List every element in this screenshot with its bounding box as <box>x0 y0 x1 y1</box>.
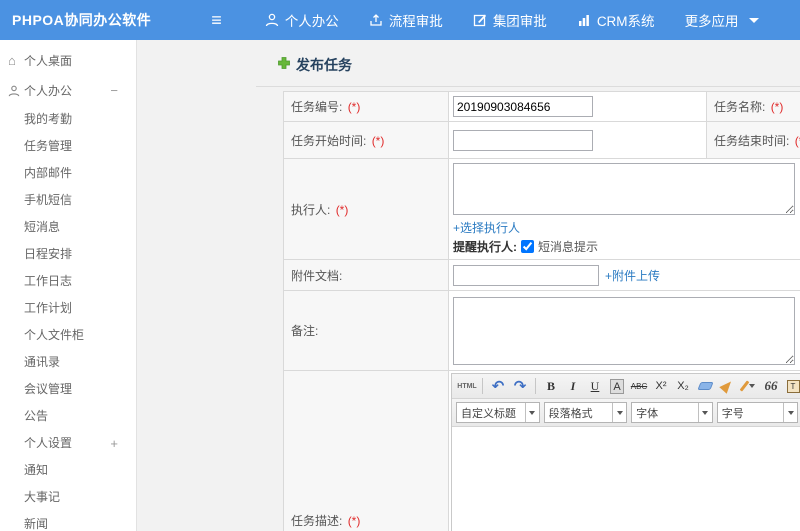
sidebar-item-my-attendance[interactable]: 我的考勤 <box>0 106 136 133</box>
required-mark: (*) <box>347 100 361 114</box>
format-brush-icon[interactable] <box>719 378 735 394</box>
sidebar-item-task-management[interactable]: 任务管理 <box>0 133 136 160</box>
editor-toolbar-row1: HTML ↶ ↷ B I U A ABC X² X₂ 66 T <box>452 374 800 399</box>
strikethrough-button[interactable]: ABC <box>629 376 649 396</box>
sidebar-item-contacts[interactable]: 通讯录 <box>0 349 136 376</box>
sidebar-item-news[interactable]: 新闻 <box>0 511 136 531</box>
chevron-down-icon <box>749 384 755 388</box>
attachment-input[interactable] <box>453 264 599 286</box>
sidebar: ⌂ 个人桌面 个人办公 − 我的考勤 任务管理 内部邮件 手机短信 短消息 日程… <box>0 40 137 531</box>
bar-chart-icon <box>577 13 591 27</box>
quick-format-button[interactable] <box>739 376 759 396</box>
attachment-upload-link[interactable]: +附件上传 <box>605 267 660 284</box>
end-time-label-cell: 任务结束时间: (*) <box>706 121 800 159</box>
sidebar-item-meeting-management[interactable]: 会议管理 <box>0 376 136 403</box>
paragraph-format-dropdown[interactable]: 段落格式 <box>543 402 628 423</box>
sidebar-item-notice[interactable]: 通知 <box>0 457 136 484</box>
chevron-down-icon <box>524 403 539 422</box>
required-mark: (*) <box>335 202 349 217</box>
page-title: 发布任务 <box>296 57 352 73</box>
font-family-dropdown[interactable]: 字体 <box>631 402 713 423</box>
nav-item-personal-office[interactable]: 个人办公 <box>265 10 339 30</box>
blockquote-button[interactable]: 66 <box>761 376 781 396</box>
top-nav: 个人办公 流程审批 集团审批 CRM系统 更多应用 <box>250 10 774 30</box>
sidebar-item-work-log[interactable]: 工作日志 <box>0 268 136 295</box>
start-time-label-cell: 任务开始时间: (*) <box>283 121 449 159</box>
nav-item-group-approval[interactable]: 集团审批 <box>473 10 547 30</box>
sidebar-item-internal-mail[interactable]: 内部邮件 <box>0 160 136 187</box>
sidebar-item-sms[interactable]: 手机短信 <box>0 187 136 214</box>
undo-icon[interactable]: ↶ <box>488 376 508 396</box>
sidebar-item-personal-office[interactable]: 个人办公 − <box>0 76 136 106</box>
task-no-label-cell: 任务编号: (*) <box>283 91 449 122</box>
underline-button[interactable]: U <box>585 376 605 396</box>
start-time-input[interactable] <box>453 129 593 151</box>
bold-button[interactable]: B <box>541 376 561 396</box>
task-name-label-cell: 任务名称: (*) <box>706 91 800 122</box>
redo-icon[interactable]: ↷ <box>510 376 530 396</box>
sidebar-item-major-events[interactable]: 大事记 <box>0 484 136 511</box>
sidebar-item-short-message[interactable]: 短消息 <box>0 214 136 241</box>
sidebar-item-personal-files[interactable]: 个人文件柜 <box>0 322 136 349</box>
add-plus-icon <box>277 56 291 75</box>
font-style-button[interactable]: A <box>610 378 624 394</box>
expand-icon[interactable]: + <box>110 430 118 457</box>
user-icon <box>8 76 20 106</box>
sms-remind-label: 短消息提示 <box>538 240 599 254</box>
editor-toolbar-row2: 自定义标题 段落格式 字体 字号 <box>452 399 800 427</box>
remark-label-cell: 备注: <box>283 290 449 371</box>
home-icon: ⌂ <box>8 53 16 68</box>
hamburger-menu-icon[interactable]: ≡ <box>211 11 222 29</box>
task-no-input[interactable] <box>453 96 593 117</box>
nav-item-workflow-approval[interactable]: 流程审批 <box>369 10 443 30</box>
sidebar-item-schedule[interactable]: 日程安排 <box>0 241 136 268</box>
edit-icon <box>473 13 487 27</box>
sidebar-item-personal-desktop[interactable]: ⌂ 个人桌面 <box>0 46 136 76</box>
task-desc-label-cell: 任务描述: (*) <box>283 370 449 531</box>
chevron-down-icon <box>612 403 626 422</box>
chevron-down-icon <box>697 403 712 422</box>
editor-content-area[interactable] <box>452 427 800 531</box>
executor-label-cell: 执行人: (*) <box>283 158 449 260</box>
attachment-label-cell: 附件文档: <box>283 259 449 291</box>
page-header: 发布任务 <box>256 40 800 87</box>
required-mark: (*) <box>770 100 784 114</box>
remark-textarea[interactable] <box>453 296 795 365</box>
required-mark: (*) <box>347 514 361 528</box>
main-content: 发布任务 任务编号: (*) 任务名称: (*) <box>137 40 800 531</box>
italic-button[interactable]: I <box>563 376 583 396</box>
sidebar-item-announcement[interactable]: 公告 <box>0 403 136 430</box>
publish-task-form: 任务编号: (*) 任务名称: (*) 任务开始时间: (*) <box>283 91 800 531</box>
superscript-button[interactable]: X² <box>651 376 671 396</box>
user-icon <box>265 13 279 27</box>
top-header: PHPOA协同办公软件 ≡ 个人办公 流程审批 集团审批 CRM系统 更多应用 <box>0 0 800 40</box>
upload-icon <box>369 13 383 27</box>
choose-executor-link[interactable]: +选择执行人 <box>453 221 520 235</box>
sidebar-item-personal-settings[interactable]: 个人设置 + <box>0 430 136 457</box>
magic-wand-icon <box>739 380 750 392</box>
nav-item-crm[interactable]: CRM系统 <box>577 10 655 30</box>
rich-text-editor: HTML ↶ ↷ B I U A ABC X² X₂ 66 T 自定义标题 段落… <box>451 373 800 531</box>
chevron-down-icon <box>783 403 797 422</box>
html-source-button[interactable]: HTML <box>457 376 477 396</box>
chevron-down-icon <box>748 17 759 23</box>
remind-executor-label: 提醒执行人: <box>453 240 517 254</box>
app-brand: PHPOA协同办公软件 <box>12 12 152 28</box>
sms-remind-checkbox[interactable] <box>521 240 534 253</box>
collapse-icon[interactable]: − <box>110 76 118 106</box>
eraser-icon[interactable] <box>696 382 714 390</box>
paste-as-text-icon[interactable]: T <box>786 379 800 393</box>
executor-textarea[interactable] <box>453 163 795 215</box>
required-mark: (*) <box>794 133 800 148</box>
nav-item-more-apps[interactable]: 更多应用 <box>685 10 759 30</box>
required-mark: (*) <box>371 133 385 148</box>
custom-title-dropdown[interactable]: 自定义标题 <box>456 402 540 423</box>
sidebar-item-work-plan[interactable]: 工作计划 <box>0 295 136 322</box>
subscript-button[interactable]: X₂ <box>673 376 693 396</box>
font-size-dropdown[interactable]: 字号 <box>716 402 799 423</box>
